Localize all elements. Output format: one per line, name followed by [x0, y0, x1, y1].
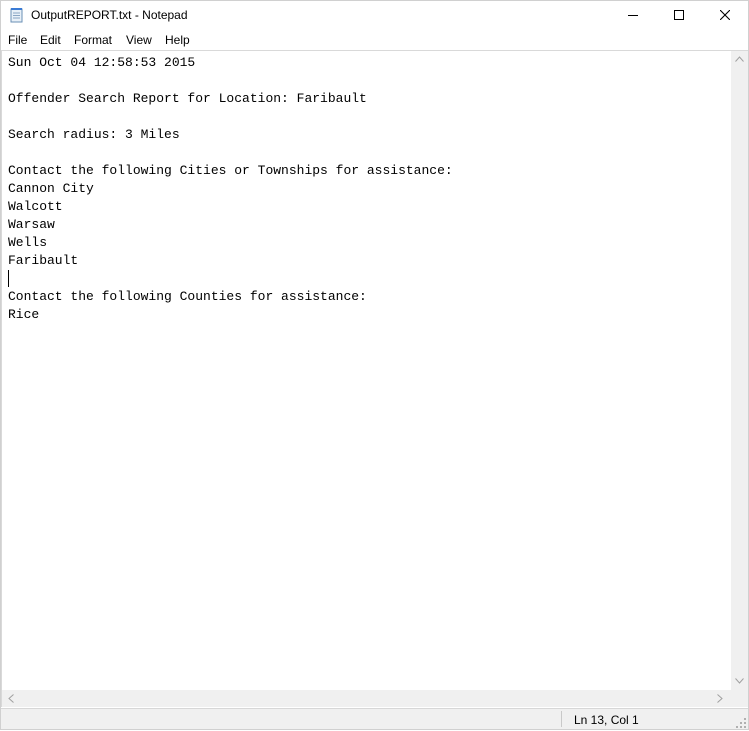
- status-bar: Ln 13, Col 1: [1, 708, 748, 729]
- resize-grip-icon[interactable]: [736, 717, 746, 728]
- text-caret: [8, 270, 9, 287]
- menu-bar: File Edit Format View Help: [1, 30, 748, 50]
- maximize-icon: [674, 7, 684, 25]
- menu-format[interactable]: Format: [74, 33, 112, 47]
- scroll-up-arrow-icon[interactable]: [735, 55, 744, 64]
- vertical-scrollbar[interactable]: [731, 51, 748, 691]
- text-editor[interactable]: Sun Oct 04 12:58:53 2015 Offender Search…: [1, 50, 748, 707]
- notepad-window: OutputREPORT.txt - Notepad File Edit For…: [0, 0, 749, 730]
- notepad-icon: [9, 7, 25, 23]
- scroll-down-arrow-icon[interactable]: [735, 677, 744, 686]
- maximize-button[interactable]: [656, 1, 702, 30]
- menu-view[interactable]: View: [126, 33, 152, 47]
- cursor-position: Ln 13, Col 1: [574, 713, 639, 727]
- scroll-right-arrow-icon[interactable]: [717, 694, 723, 705]
- title-bar[interactable]: OutputREPORT.txt - Notepad: [1, 1, 748, 30]
- menu-file[interactable]: File: [8, 33, 27, 47]
- minimize-button[interactable]: [610, 1, 656, 30]
- close-icon: [719, 7, 731, 25]
- status-divider: [561, 711, 562, 727]
- scroll-left-arrow-icon[interactable]: [8, 694, 14, 705]
- minimize-icon: [628, 7, 638, 25]
- window-title: OutputREPORT.txt - Notepad: [31, 8, 188, 22]
- menu-edit[interactable]: Edit: [40, 33, 61, 47]
- scrollbar-corner: [731, 690, 748, 707]
- editor-text[interactable]: Sun Oct 04 12:58:53 2015 Offender Search…: [8, 54, 453, 324]
- menu-help[interactable]: Help: [165, 33, 190, 47]
- horizontal-scrollbar[interactable]: [2, 690, 731, 707]
- close-button[interactable]: [702, 1, 748, 30]
